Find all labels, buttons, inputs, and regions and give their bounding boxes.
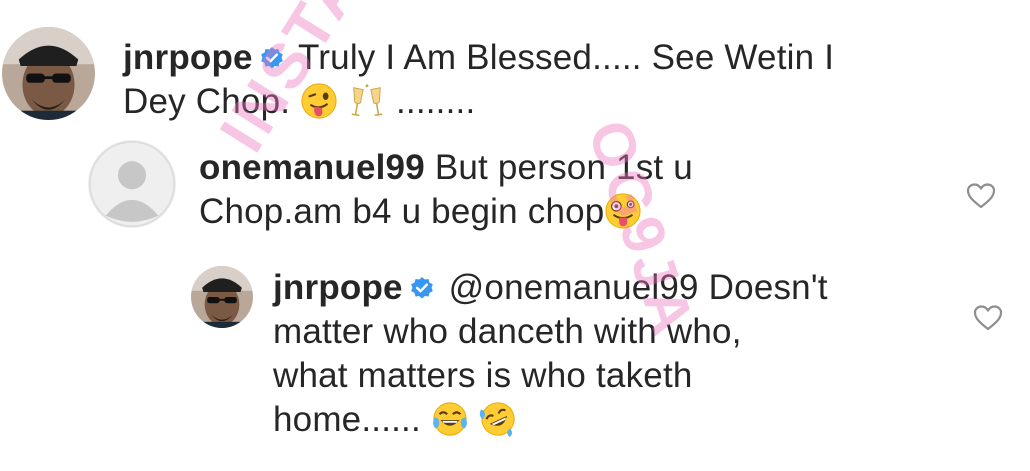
comment-1-line1: Truly I Am Blessed..... See Wetin I [298,38,835,77]
comment-2-text: onemanuel99 But person 1st u Chop.am b4 … [199,146,939,234]
comment-1-text: jnrpope Truly I Am Blessed..... See Weti… [123,36,1003,124]
comment-1-line2: Dey Chop. [123,82,291,121]
clinking-glasses-emoji [348,82,386,120]
like-heart-icon-comment-3[interactable] [973,304,1003,332]
comment-3-text: jnrpope @onemanuel99 Doesn't matter who … [273,266,963,442]
winking-tongue-emoji [300,82,338,120]
avatar-jnrpope[interactable] [2,27,95,120]
comment-3-line2: matter who danceth with who, [273,312,742,351]
comment-3-line4: home...... [273,400,421,439]
comments-screenshot: jnrpope Truly I Am Blessed..... See Weti… [0,0,1030,471]
comment-1-username[interactable]: jnrpope [123,38,253,77]
comment-1-trailing: ........ [395,82,476,121]
verified-badge-icon [260,47,283,69]
comment-2-username[interactable]: onemanuel99 [199,148,425,187]
avatar-onemanuel99[interactable] [88,140,176,228]
avatar-jnrpope-reply[interactable] [191,266,253,328]
comment-3-username[interactable]: jnrpope [273,268,403,307]
zany-face-emoji [604,192,642,230]
like-heart-icon-comment-2[interactable] [966,182,996,210]
tears-of-joy-emoji [431,400,469,438]
comment-2-line1: But person 1st u [434,148,693,187]
rolling-laughing-emoji [479,400,517,438]
comment-3-line1: Doesn't [708,268,828,307]
verified-badge-icon [410,277,433,299]
comment-3-line3: what matters is who taketh [273,356,693,395]
mention-link[interactable]: @onemanuel99 [449,268,699,307]
comment-2-line2: Chop.am b4 u begin chop [199,192,605,231]
